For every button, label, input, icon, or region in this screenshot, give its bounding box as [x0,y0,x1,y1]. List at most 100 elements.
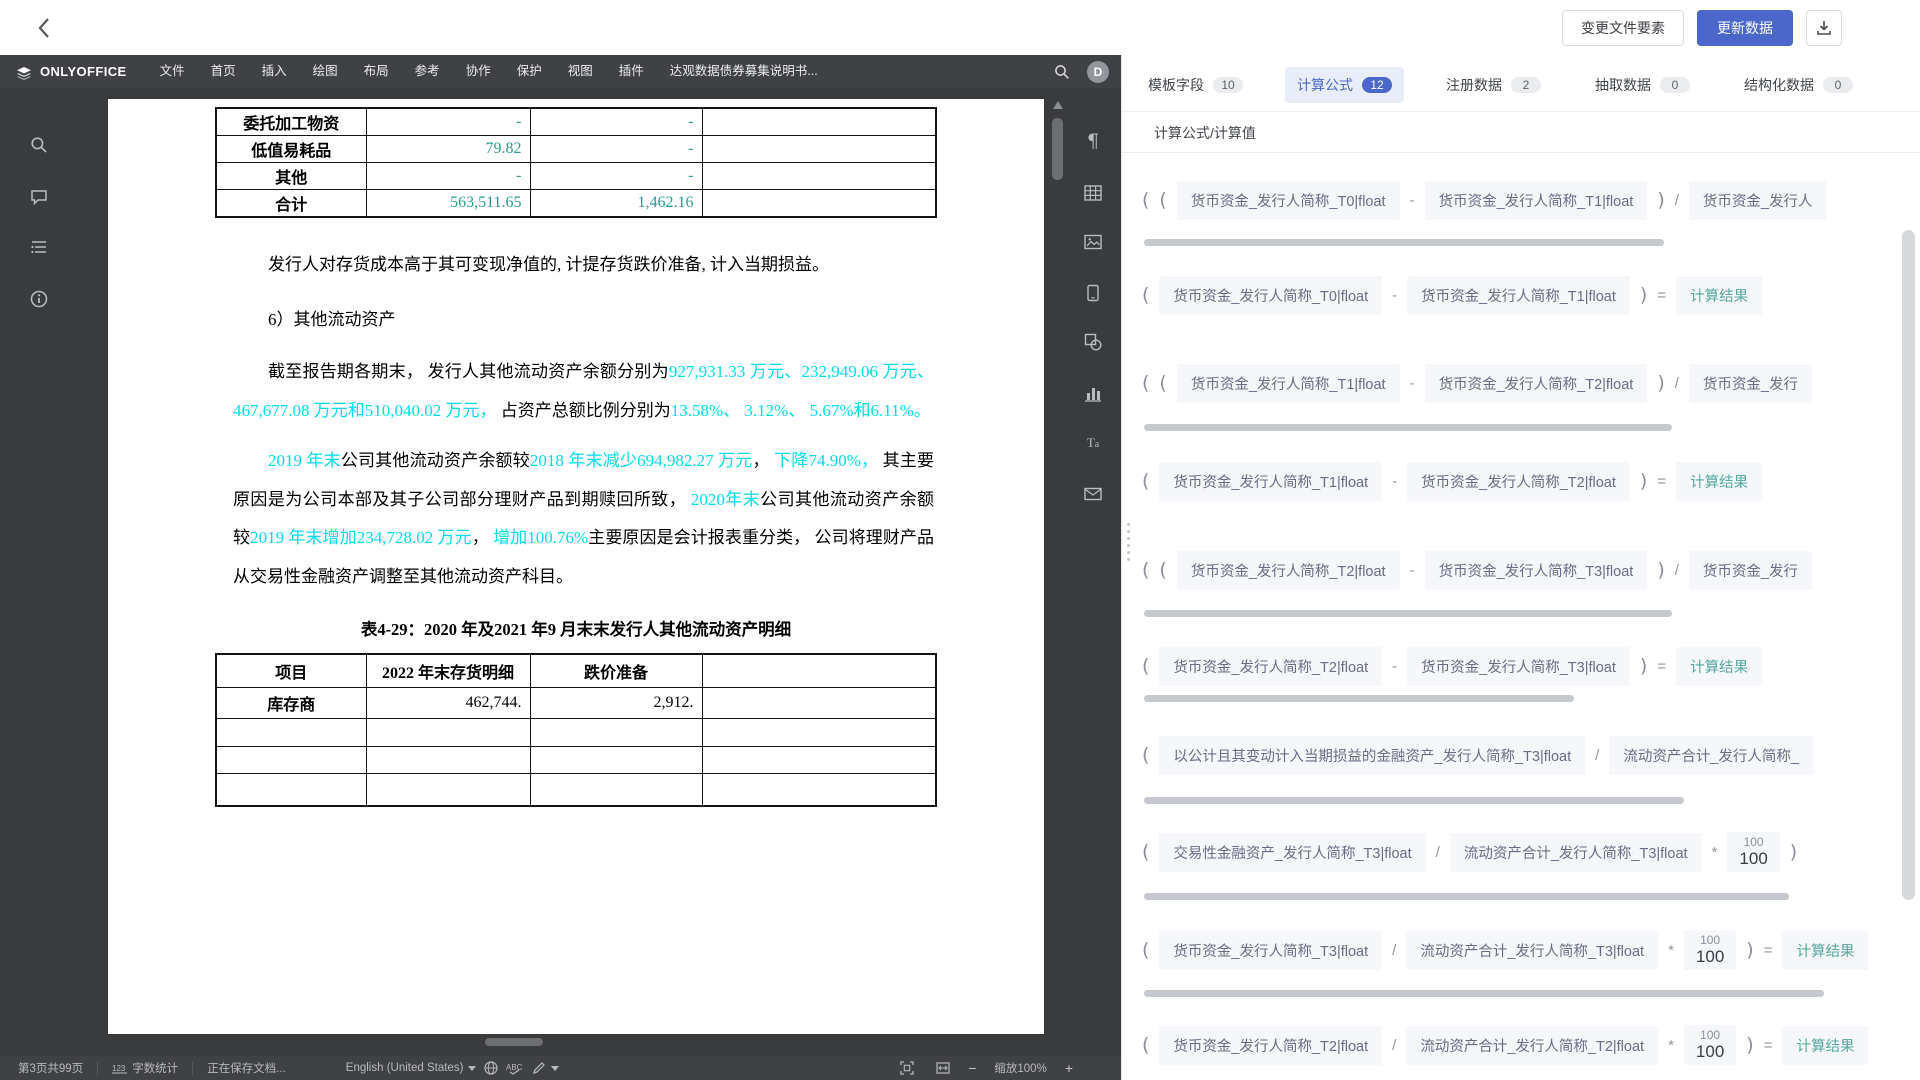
back-button[interactable] [30,14,58,42]
result-chip[interactable]: 计算结果 [1676,647,1762,686]
field-chip[interactable]: 货币资金_发行人简称_T0|float [1177,181,1400,220]
track-changes-button[interactable] [528,1061,563,1075]
field-chip[interactable]: 流动资产合计_发行人简称_T2|float [1406,1026,1658,1065]
download-button[interactable] [1806,10,1842,46]
search-icon[interactable] [1051,61,1073,83]
about-icon[interactable] [28,288,50,310]
menu-item-3[interactable]: 绘图 [300,55,351,88]
menu-item-4[interactable]: 布局 [351,55,402,88]
document-page[interactable]: 委托加工物资--低值易耗品79.82-其他--合计563,511.651,462… [108,99,1044,1034]
menu-item-9[interactable]: 插件 [606,55,657,88]
table-caption: 表4-29：2020 年及2021 年9 月末末发行人其他流动资产明细 [108,616,1044,640]
panel-vertical-scrollbar[interactable] [1902,230,1915,900]
field-chip[interactable]: 货币资金_发行 [1689,551,1812,590]
word-count-button[interactable]: 123 字数统计 [108,1060,182,1076]
menu-item-10[interactable]: 达观数据债券募集说明书... [657,55,831,88]
table-cell [216,773,366,806]
panel-tab-3[interactable]: 抽取数据0 [1583,67,1702,103]
chart-icon[interactable] [1082,382,1104,404]
fit-width-button[interactable] [932,1061,954,1075]
zoom-in-button[interactable]: + [1065,1060,1073,1076]
paragraph-mark-icon[interactable]: ¶ [1082,130,1104,152]
constant-fraction[interactable]: 100100 [1727,832,1779,872]
field-chip[interactable]: 流动资产合计_发行人简称_ [1609,736,1813,775]
table-icon[interactable] [1082,182,1104,204]
result-chip[interactable]: 计算结果 [1676,276,1762,315]
horizontal-scrollbar-thumb[interactable] [1144,424,1672,431]
field-chip[interactable]: 货币资金_发行人简称_T3|float [1407,647,1630,686]
text-art-icon[interactable]: Ta [1082,432,1104,454]
field-chip[interactable]: 货币资金_发行人简称_T3|float [1425,551,1648,590]
field-chip[interactable]: 货币资金_发行人简称_T0|float [1159,276,1382,315]
update-data-button[interactable]: 更新数据 [1697,10,1793,46]
shapes-icon[interactable] [1082,331,1104,353]
language-selector[interactable]: English (United States) [342,1062,481,1074]
field-chip[interactable]: 流动资产合计_发行人简称_T3|float [1406,931,1658,970]
horizontal-scrollbar-thumb[interactable] [1144,239,1664,246]
mail-icon[interactable] [1082,483,1104,505]
highlighted-text: 13.58%、 3.12%、 5.67%和6.11%。 [671,401,931,420]
field-chip[interactable]: 货币资金_发行人简称_T3|float [1159,931,1382,970]
horizontal-scrollbar-thumb[interactable] [1144,893,1789,900]
field-chip[interactable]: 货币资金_发行人简称_T1|float [1177,364,1400,403]
menu-item-8[interactable]: 视图 [555,55,606,88]
set-language-button[interactable] [480,1061,502,1075]
result-chip[interactable]: 计算结果 [1676,462,1762,501]
field-chip[interactable]: 货币资金_发行人 [1689,181,1827,220]
text: ， [752,451,774,470]
fit-page-button[interactable] [896,1061,918,1075]
formula-row: (货币资金_发行人简称_T2|float-货币资金_发行人简称_T3|float… [1142,642,1879,690]
horizontal-scrollbar-thumb[interactable] [485,1038,543,1046]
horizontal-scrollbar-thumb[interactable] [1144,990,1824,997]
result-chip[interactable]: 计算结果 [1782,931,1868,970]
horizontal-scrollbar-thumb[interactable] [1144,610,1672,617]
comments-icon[interactable] [28,186,50,208]
field-chip[interactable]: 流动资产合计_发行人简称_T3|float [1450,833,1702,872]
avatar[interactable]: D [1087,61,1109,83]
field-chip[interactable]: 交易性金融资产_发行人简称_T3|float [1159,833,1425,872]
result-chip[interactable]: 计算结果 [1782,1026,1868,1065]
navigation-icon[interactable] [28,236,50,258]
field-chip[interactable]: 货币资金_发行人简称_T1|float [1407,276,1630,315]
device-icon[interactable] [1082,282,1104,304]
field-chip[interactable]: 货币资金_发行 [1689,364,1812,403]
vertical-scrollbar-thumb[interactable] [1052,118,1063,180]
constant-fraction[interactable]: 100100 [1684,930,1736,970]
formula-panel: 模板字段10计算公式12注册数据2抽取数据0结构化数据0 计算公式/计算值 ((… [1121,55,1920,1080]
field-chip[interactable]: 货币资金_发行人简称_T2|float [1425,364,1648,403]
menu-item-1[interactable]: 首页 [198,55,249,88]
menu-item-6[interactable]: 协作 [453,55,504,88]
menu-item-7[interactable]: 保护 [504,55,555,88]
menu-item-0[interactable]: 文件 [147,55,198,88]
panel-tab-0[interactable]: 模板字段10 [1136,67,1255,103]
table-cell [702,135,936,162]
page-indicator[interactable]: 第3页共99页 [14,1060,87,1076]
menu-bar: ONLYOFFICE 文件首页插入绘图布局参考协作保护视图插件达观数据债券募集说… [0,55,1121,88]
menu-item-5[interactable]: 参考 [402,55,453,88]
menu-item-2[interactable]: 插入 [249,55,300,88]
field-chip[interactable]: 货币资金_发行人简称_T1|float [1159,462,1382,501]
field-chip[interactable]: 货币资金_发行人简称_T2|float [1159,1026,1382,1065]
spellcheck-button[interactable]: ABC [502,1062,528,1075]
image-icon[interactable] [1082,231,1104,253]
field-chip[interactable]: 货币资金_发行人简称_T1|float [1425,181,1648,220]
change-file-elements-button[interactable]: 变更文件要素 [1562,10,1684,46]
zoom-out-button[interactable]: − [968,1060,976,1076]
constant-fraction[interactable]: 100100 [1684,1025,1736,1065]
search-icon[interactable] [28,134,50,156]
panel-tab-4[interactable]: 结构化数据0 [1732,67,1865,103]
field-chip[interactable]: 货币资金_发行人简称_T2|float [1159,647,1382,686]
table-cell: 1,462.16 [530,189,702,217]
panel-tab-2[interactable]: 注册数据2 [1434,67,1553,103]
brand-name: ONLYOFFICE [40,64,127,79]
field-chip[interactable]: 货币资金_发行人简称_T2|float [1177,551,1400,590]
table-cell: 其他 [216,162,366,189]
tab-label: 模板字段 [1148,75,1204,95]
horizontal-scrollbar-thumb[interactable] [1144,797,1684,804]
panel-resize-grip[interactable] [1127,523,1130,561]
horizontal-scrollbar-thumb[interactable] [1144,695,1574,702]
field-chip[interactable]: 以公计且其变动计入当期损益的金融资产_发行人简称_T3|float [1159,736,1585,775]
panel-tab-1[interactable]: 计算公式12 [1285,67,1404,103]
field-chip[interactable]: 货币资金_发行人简称_T2|float [1407,462,1630,501]
scroll-up-button[interactable] [1050,98,1066,112]
